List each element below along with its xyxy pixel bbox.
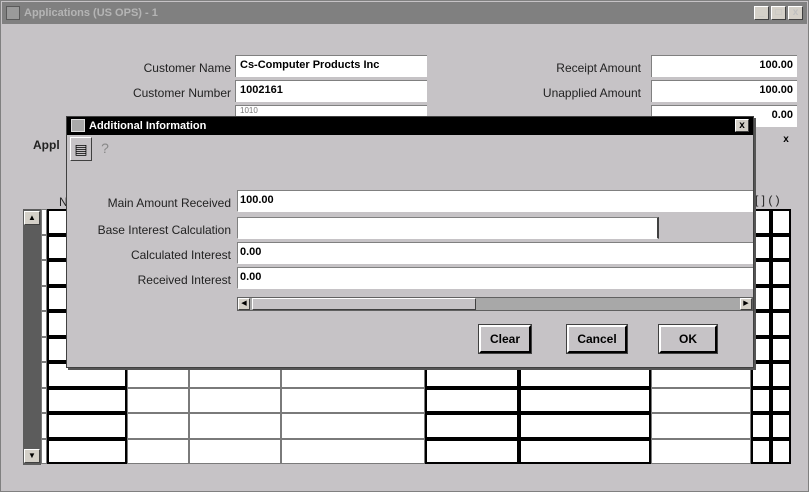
grid-cell[interactable]: [751, 413, 771, 439]
grid-cell[interactable]: [281, 387, 425, 413]
grid-cell[interactable]: [519, 438, 651, 464]
grid-cell[interactable]: [751, 285, 771, 311]
clear-button[interactable]: Clear: [478, 324, 532, 354]
grid-cell[interactable]: [281, 438, 425, 464]
receipt-amount-field[interactable]: 100.00: [651, 55, 797, 77]
grid-cell[interactable]: [47, 387, 127, 413]
grid-cell[interactable]: [189, 387, 281, 413]
unapplied-amount-field[interactable]: 100.00: [651, 80, 797, 102]
received-interest-label: Received Interest: [137, 273, 231, 287]
dialog-title: Additional Information: [89, 120, 207, 132]
customer-name-label: Customer Name: [143, 61, 231, 75]
main-amount-received-field[interactable]: 100.00: [237, 190, 753, 212]
grid-cell[interactable]: [751, 311, 771, 337]
grid-cell[interactable]: [751, 209, 771, 235]
grid-cell[interactable]: [771, 285, 791, 311]
applications-window: Applications (US OPS) - 1 _ □ x Customer…: [0, 0, 809, 492]
grid-cell[interactable]: [771, 311, 791, 337]
grid-cell[interactable]: [771, 362, 791, 388]
grid-cell[interactable]: [751, 234, 771, 260]
grid-cell[interactable]: [425, 438, 519, 464]
grid-cell[interactable]: [47, 438, 127, 464]
scroll-up-icon[interactable]: ▲: [24, 211, 40, 225]
cancel-button[interactable]: Cancel: [566, 324, 628, 354]
window-title: Applications (US OPS) - 1: [24, 7, 158, 19]
grid-cell[interactable]: [127, 413, 189, 439]
grid-cell[interactable]: [751, 260, 771, 286]
scroll-down-icon[interactable]: ▼: [24, 449, 40, 463]
grid-cell[interactable]: [751, 336, 771, 362]
maximize-button[interactable]: □: [771, 6, 786, 20]
window-titlebar[interactable]: Applications (US OPS) - 1 _ □ x: [2, 2, 807, 24]
base-interest-calculation-label: Base Interest Calculation: [97, 223, 231, 237]
customer-name-field[interactable]: Cs-Computer Products Inc: [235, 55, 427, 77]
grid-cell[interactable]: [751, 387, 771, 413]
app-icon: [6, 6, 20, 20]
grid-cell[interactable]: [771, 387, 791, 413]
received-interest-field[interactable]: 0.00: [237, 267, 753, 289]
main-amount-received-label: Main Amount Received: [107, 196, 231, 210]
dialog-app-icon: [71, 119, 85, 132]
apply-section-label: Appl: [33, 138, 60, 152]
grid-cell[interactable]: [651, 387, 751, 413]
customer-number-label: Customer Number: [132, 86, 231, 100]
grid-cell[interactable]: [771, 260, 791, 286]
additional-information-dialog: Additional Information x ▤ ? Main Amount…: [66, 116, 754, 368]
grid-cell[interactable]: [281, 413, 425, 439]
customer-number-field[interactable]: 1002161: [235, 80, 427, 102]
scrollbar-thumb[interactable]: [252, 298, 476, 310]
grid-cell[interactable]: [189, 413, 281, 439]
folder-tool-icon[interactable]: ▤: [70, 137, 92, 161]
grid-cell[interactable]: [519, 387, 651, 413]
base-interest-calculation-field[interactable]: [237, 217, 659, 239]
minimize-button[interactable]: _: [754, 6, 769, 20]
receipt-amount-label: Receipt Amount: [556, 61, 641, 75]
grid-cell[interactable]: [127, 438, 189, 464]
unapplied-amount-label: Unapplied Amount: [542, 86, 641, 100]
scroll-right-icon[interactable]: ▶: [740, 298, 752, 310]
help-tool-icon[interactable]: ?: [94, 137, 116, 161]
dialog-horizontal-scrollbar[interactable]: ◀ ▶: [237, 297, 753, 311]
grid-cell[interactable]: [771, 438, 791, 464]
grid-cell[interactable]: [651, 438, 751, 464]
calculated-interest-field[interactable]: 0.00: [237, 242, 753, 264]
ok-button[interactable]: OK: [658, 324, 718, 354]
grid-cell[interactable]: [47, 413, 127, 439]
grid-cell[interactable]: [771, 413, 791, 439]
grid-cell[interactable]: [751, 438, 771, 464]
grid-cell[interactable]: [771, 209, 791, 235]
grid-cell[interactable]: [771, 234, 791, 260]
grid-cell[interactable]: [127, 387, 189, 413]
column-marks: [ ] ( ): [755, 193, 780, 207]
grid-cell[interactable]: [425, 387, 519, 413]
grid-cell[interactable]: [519, 413, 651, 439]
apply-checkbox[interactable]: x: [777, 134, 795, 150]
close-button[interactable]: x: [788, 6, 803, 20]
dialog-titlebar[interactable]: Additional Information x: [67, 117, 753, 135]
dialog-close-button[interactable]: x: [735, 119, 749, 132]
grid-vertical-scrollbar[interactable]: ▲ ▼: [23, 209, 41, 465]
scroll-left-icon[interactable]: ◀: [238, 298, 250, 310]
grid-cell[interactable]: [425, 413, 519, 439]
grid-cell[interactable]: [751, 362, 771, 388]
grid-cell[interactable]: [651, 413, 751, 439]
calculated-interest-label: Calculated Interest: [130, 248, 231, 262]
grid-cell[interactable]: [189, 438, 281, 464]
grid-cell[interactable]: [771, 336, 791, 362]
